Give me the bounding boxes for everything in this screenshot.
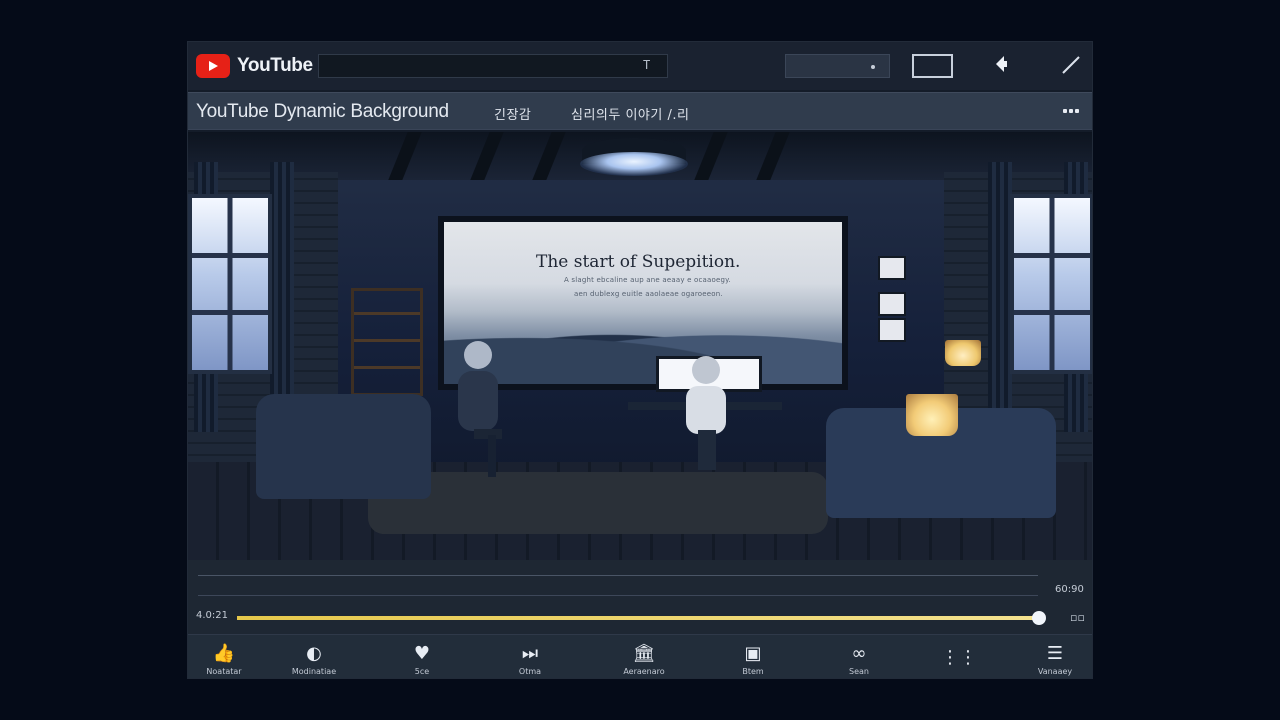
dropdown-dot-icon xyxy=(871,65,875,69)
action-button-list[interactable]: ☰ Vanaaey xyxy=(1010,642,1092,678)
youtube-logo[interactable]: YouTube xyxy=(196,54,313,78)
video-timeline[interactable] xyxy=(237,616,1039,620)
back-icon[interactable] xyxy=(992,54,1008,74)
action-label: 5ce xyxy=(414,666,430,676)
action-button-next[interactable]: ⏭ Otma xyxy=(485,642,575,678)
curtain-right xyxy=(988,162,1012,432)
bookshelf-left xyxy=(351,288,423,396)
screen-title: The start of Supepition. xyxy=(536,252,741,272)
floor-lamp xyxy=(945,340,981,366)
search-input[interactable] xyxy=(318,54,668,78)
table-lamp xyxy=(906,394,958,436)
action-button-screen[interactable]: ▣ Btem xyxy=(708,642,798,678)
youtube-play-icon xyxy=(196,54,230,78)
player-controls: 60:90 4.0:21 ▫▫ 👍 Noatatar ◐ Modinatiae … xyxy=(188,560,1092,678)
video-title: YouTube Dynamic Background xyxy=(196,101,449,122)
volume-icon[interactable]: ▫▫ xyxy=(1070,611,1085,624)
screen-icon: ▣ xyxy=(744,642,762,664)
video-subtitle: 긴장감 xyxy=(494,108,532,123)
action-label: Modinatiae xyxy=(291,666,337,676)
top-header: YouTube T xyxy=(188,42,1092,90)
action-label: Otma xyxy=(518,666,542,676)
video-title-bar: YouTube Dynamic Background 긴장감 심리의두 이야기 … xyxy=(188,92,1092,130)
header-dropdown[interactable] xyxy=(785,54,890,78)
photo-frame xyxy=(878,318,906,342)
action-button-grid[interactable]: ⋮⋮ xyxy=(914,642,1004,678)
action-label: Btem xyxy=(742,666,764,676)
pen-icon[interactable] xyxy=(1060,54,1082,76)
current-time: 4.0:21 xyxy=(196,610,228,621)
video-meta: 심리의두 이야기 /.리 xyxy=(571,108,690,123)
curtain-left xyxy=(270,162,294,432)
action-button-library[interactable]: 🏛 Aeraenaro xyxy=(599,642,689,678)
library-icon: 🏛 xyxy=(632,642,656,664)
next-icon: ⏭ xyxy=(521,642,539,664)
grid-icon: ⋮⋮ xyxy=(941,647,977,668)
action-label: Sean xyxy=(849,666,869,676)
more-options-icon[interactable] xyxy=(1063,109,1079,113)
circle-split-icon: ◐ xyxy=(306,642,322,664)
window-left xyxy=(188,194,272,374)
action-label: Aeraenaro xyxy=(623,666,665,676)
action-bar: 👍 Noatatar ◐ Modinatiae ♥ 5ce ⏭ Otma 🏛 A… xyxy=(188,634,1092,678)
video-scene[interactable]: The start of Supepition. A slaght ebcali… xyxy=(188,132,1092,560)
search-icon[interactable]: T xyxy=(643,58,653,72)
screen-caption-line: aen dublexg euitle aaolaeae ogaroeeon. xyxy=(574,290,723,298)
like-icon: 👍 xyxy=(212,642,236,664)
action-label: Vanaaey xyxy=(1037,666,1073,676)
guide-line xyxy=(198,595,1038,596)
action-button-share[interactable]: ∞ Sean xyxy=(814,642,904,678)
video-duration: 60:90 xyxy=(1055,584,1084,595)
ceiling-lamp-light xyxy=(580,152,688,176)
list-icon: ☰ xyxy=(1046,642,1064,664)
window-toggle-button[interactable] xyxy=(912,54,953,78)
heart-icon: ♥ xyxy=(413,642,431,664)
guide-line xyxy=(198,575,1038,576)
sofa-left xyxy=(256,394,431,499)
person-seated-right xyxy=(686,356,726,470)
rug xyxy=(368,472,828,534)
timeline-progress-fill xyxy=(237,616,1035,620)
youtube-player-window: YouTube T YouTube Dynamic Background 긴장감… xyxy=(187,41,1093,679)
photo-frame xyxy=(878,292,906,316)
person-seated-left xyxy=(458,341,502,477)
screen-caption-line: A slaght ebcaline aup ane aeaay e ocaaoe… xyxy=(564,276,731,284)
photo-frame xyxy=(878,256,906,280)
window-right xyxy=(1010,194,1092,374)
action-button-like[interactable]: 👍 Noatatar xyxy=(188,642,269,678)
timeline-scrubber[interactable] xyxy=(1032,611,1046,625)
brand-name: YouTube xyxy=(237,55,313,76)
action-label: Noatatar xyxy=(206,666,242,676)
action-button-modinatiae[interactable]: ◐ Modinatiae xyxy=(269,642,359,678)
link-icon: ∞ xyxy=(851,642,867,664)
action-button-favorite[interactable]: ♥ 5ce xyxy=(377,642,467,678)
